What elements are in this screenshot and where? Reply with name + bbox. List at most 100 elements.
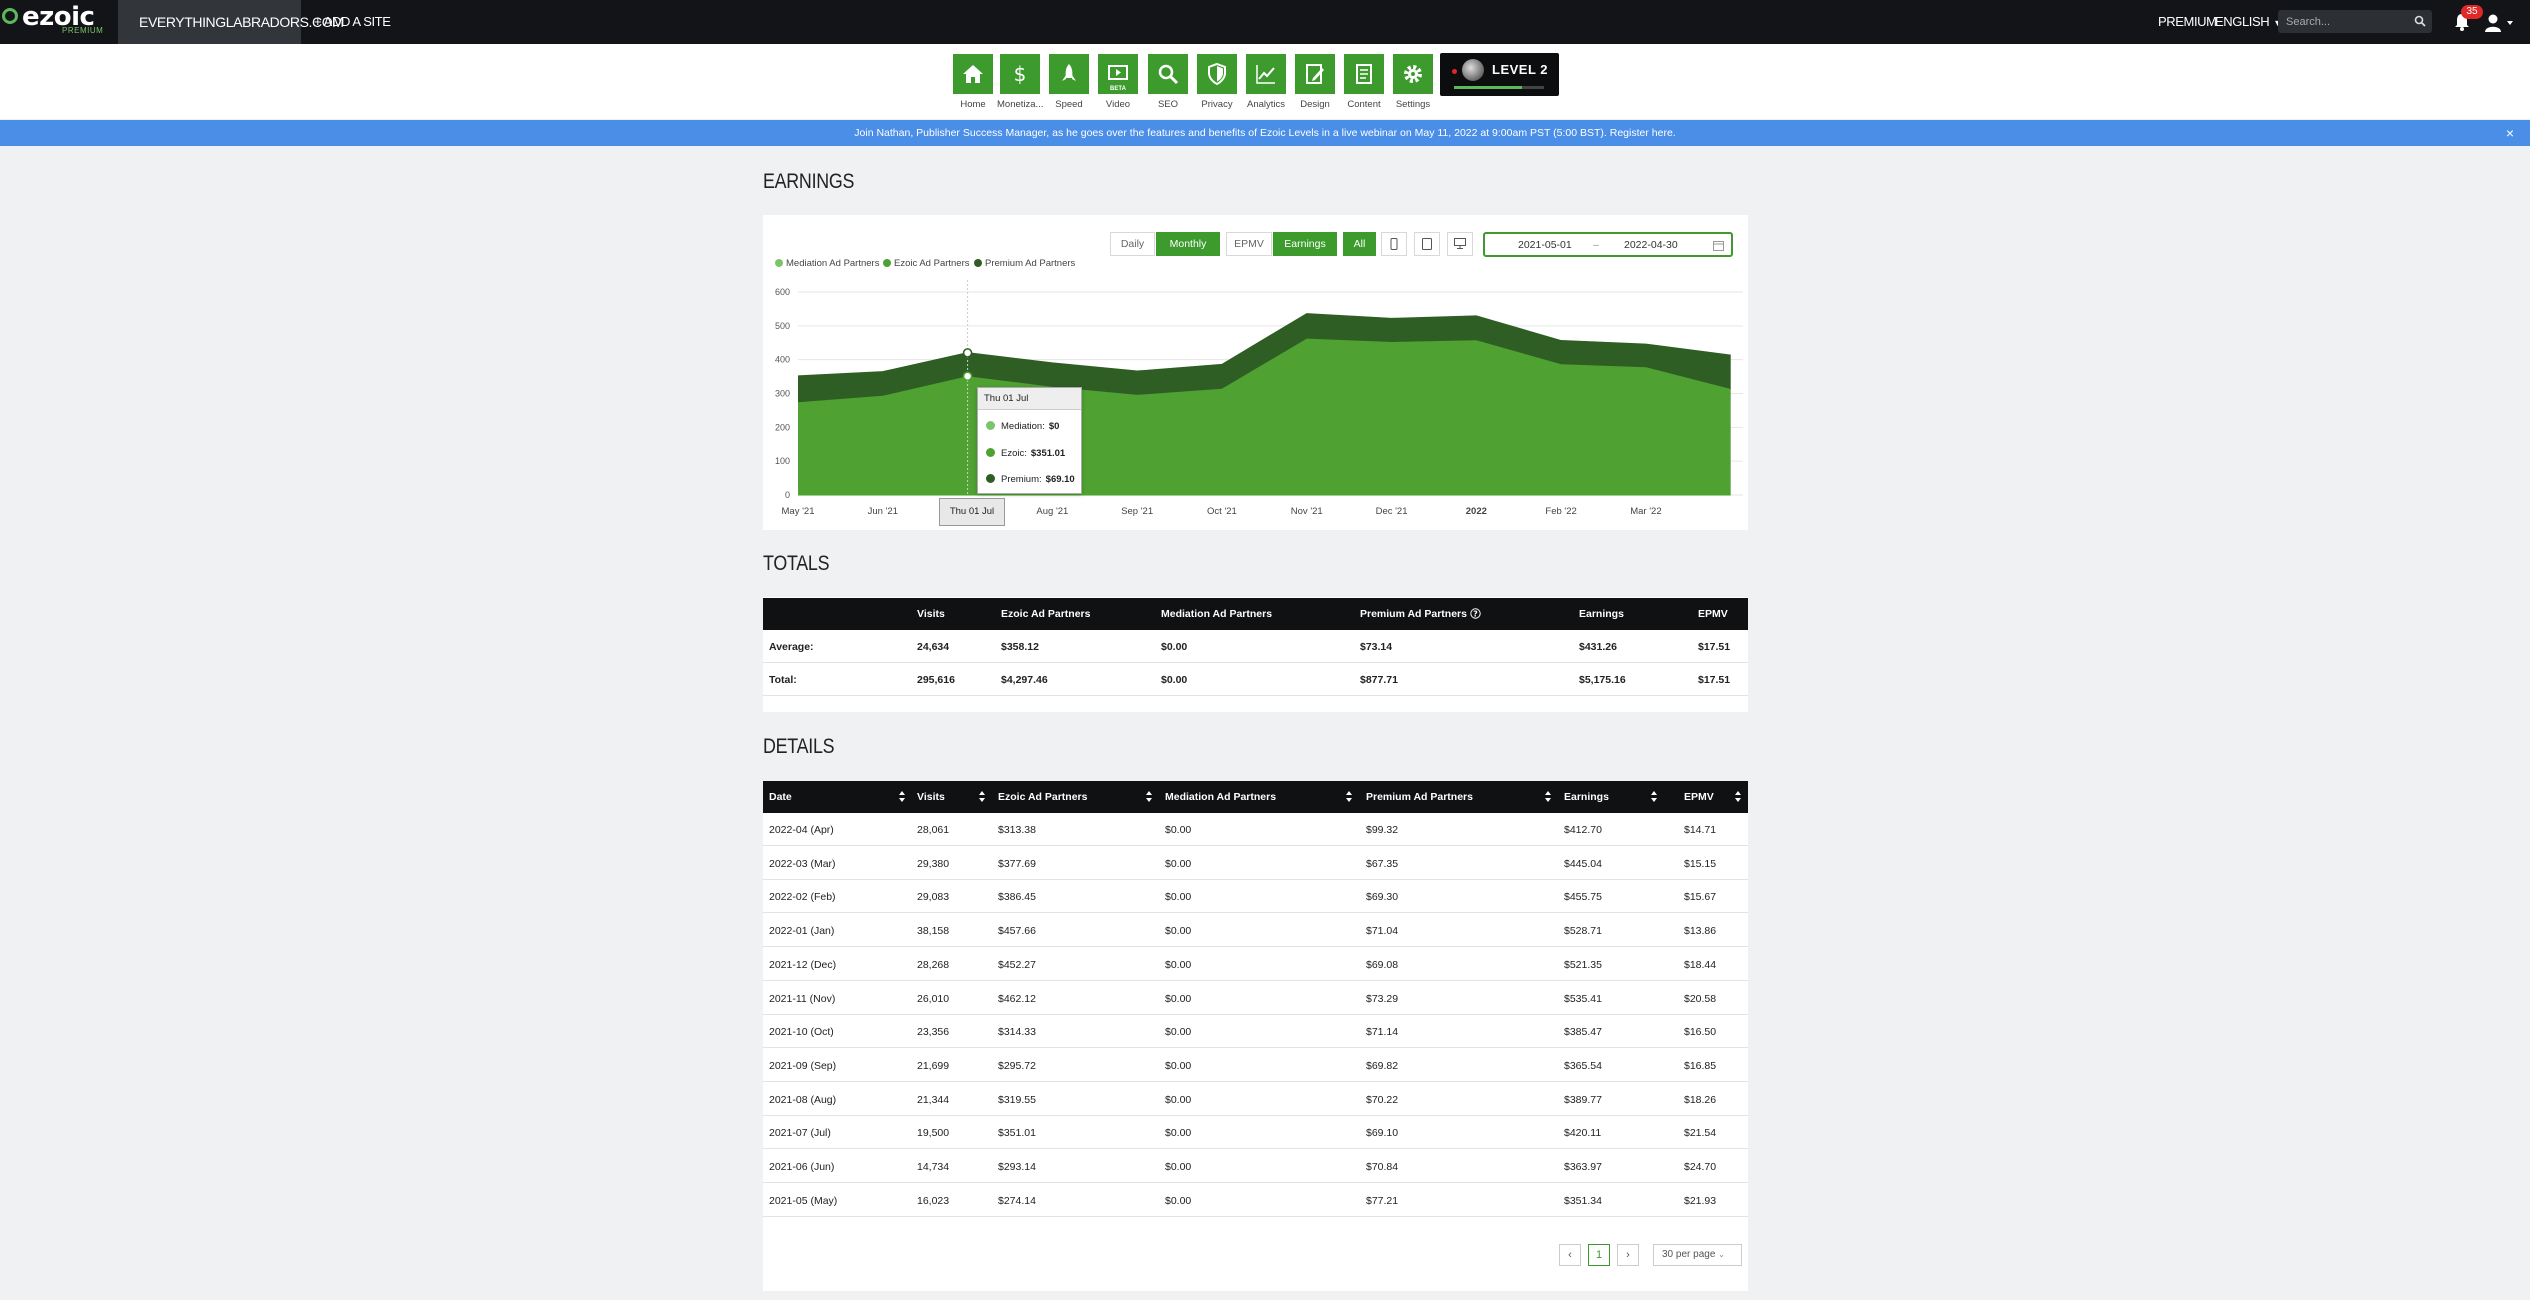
- site-selector[interactable]: EVERYTHINGLABRADORS.COM: [118, 0, 344, 44]
- calendar-icon: [1713, 241, 1724, 251]
- col-ezoic[interactable]: Ezoic Ad Partners: [998, 791, 1087, 803]
- tooltip-swatch: [986, 448, 995, 457]
- device-tablet-button[interactable]: [1414, 232, 1440, 256]
- toggle-epmv[interactable]: EPMV: [1226, 232, 1272, 256]
- app-settings[interactable]: Settings: [1390, 54, 1436, 110]
- x-tick-label: Jun '21: [868, 506, 898, 517]
- cell: 19,500: [917, 1127, 950, 1140]
- cell: $0.00: [1165, 958, 1192, 971]
- earnings-title: EARNINGS: [763, 170, 855, 193]
- app-privacy[interactable]: Privacy: [1194, 54, 1240, 110]
- toggle-earnings[interactable]: Earnings: [1273, 232, 1337, 256]
- search-input[interactable]: [2278, 10, 2406, 33]
- app-label: Home: [960, 99, 986, 110]
- y-tick-label: 500: [775, 321, 790, 331]
- level-badge[interactable]: LEVEL 2: [1440, 53, 1559, 96]
- language-label: ENGLISH: [2215, 14, 2270, 29]
- app-content[interactable]: Content: [1341, 54, 1387, 110]
- banner-register-link[interactable]: Register here.: [1610, 127, 1676, 139]
- user-icon[interactable]: [2484, 13, 2514, 33]
- legend-mediation[interactable]: Mediation Ad Partners: [775, 258, 879, 269]
- col-epmv: EPMV: [1698, 608, 1728, 620]
- totals-row: Total: 295,616 $4,297.46 $0.00 $877.71 $5,175…: [763, 663, 1748, 696]
- y-tick-label: 0: [785, 490, 790, 500]
- app-video[interactable]: BETA Video: [1095, 54, 1141, 110]
- device-all-button[interactable]: All: [1343, 232, 1376, 256]
- cell: $0.00: [1161, 641, 1188, 653]
- document-icon: [1356, 64, 1372, 84]
- search-icon[interactable]: [2414, 15, 2426, 27]
- col-epmv[interactable]: EPMV: [1684, 791, 1714, 803]
- premium-link[interactable]: PREMIUM: [2158, 0, 2217, 44]
- cell: $377.69: [998, 857, 1036, 870]
- col-premium-label: Premium Ad Partners: [1360, 608, 1467, 620]
- cell: $314.33: [998, 1026, 1036, 1039]
- cell: $295.72: [998, 1059, 1036, 1072]
- app-tile: BETA: [1098, 54, 1138, 94]
- app-speed[interactable]: Speed: [1046, 54, 1092, 110]
- date-range-picker[interactable]: 2021-05-01 – 2022-04-30: [1483, 232, 1733, 257]
- app-tile: [953, 54, 993, 94]
- search-box: [2278, 10, 2432, 33]
- cell: $71.04: [1366, 925, 1399, 938]
- toggle-daily[interactable]: Daily: [1110, 232, 1155, 256]
- x-tick-label: Aug '21: [1036, 506, 1068, 517]
- app-tile: [1393, 54, 1433, 94]
- add-site-link[interactable]: + ADD A SITE: [314, 0, 391, 44]
- app-design[interactable]: Design: [1292, 54, 1338, 110]
- legend-ezoic[interactable]: Ezoic Ad Partners: [883, 258, 970, 269]
- level-progress-fill: [1454, 86, 1522, 89]
- chart-tooltip: Thu 01 Jul Mediation: $0 Ezoic: $351.01 Pr…: [977, 387, 1082, 494]
- app-label: Design: [1300, 99, 1330, 110]
- x-axis-hover-label: Thu 01 Jul: [939, 498, 1005, 526]
- tooltip-row-mediation: Mediation: $0: [986, 421, 1059, 432]
- ezoic-logo[interactable]: ezoic PREMIUM: [0, 0, 118, 44]
- table-row: 2021-05 (May) 16,023 $274.14 $0.00 $77.21 $35…: [763, 1184, 1748, 1217]
- cell: $0.00: [1165, 925, 1192, 938]
- col-premium[interactable]: Premium Ad Partners: [1366, 791, 1473, 803]
- col-visits[interactable]: Visits: [917, 791, 945, 803]
- video-icon: [1108, 65, 1128, 80]
- cell: $77.21: [1366, 1194, 1399, 1207]
- app-analytics[interactable]: Analytics: [1243, 54, 1289, 110]
- totals-title: TOTALS: [763, 552, 830, 575]
- per-page-select[interactable]: 30 per page ⌄: [1653, 1244, 1742, 1266]
- cell: $15.15: [1684, 857, 1717, 870]
- tooltip-swatch: [986, 474, 995, 483]
- date-start: 2021-05-01: [1518, 239, 1572, 251]
- cell: $21.93: [1684, 1194, 1717, 1207]
- pager-page-button[interactable]: 1: [1588, 1244, 1610, 1266]
- app-home[interactable]: Home: [950, 54, 996, 110]
- toggle-monthly[interactable]: Monthly: [1156, 232, 1220, 256]
- col-earnings[interactable]: Earnings: [1564, 791, 1609, 803]
- app-monetization[interactable]: $ Monetiza...: [997, 54, 1043, 110]
- language-dropdown[interactable]: ENGLISH▼: [2215, 0, 2282, 44]
- desktop-icon: [1454, 238, 1466, 249]
- sort-icon[interactable]: [1651, 791, 1657, 803]
- col-mediation[interactable]: Mediation Ad Partners: [1165, 791, 1276, 803]
- cell: 2021-07 (Jul): [769, 1127, 831, 1140]
- legend-premium[interactable]: Premium Ad Partners: [974, 258, 1075, 269]
- cell: $363.97: [1564, 1161, 1602, 1173]
- app-seo[interactable]: SEO: [1145, 54, 1191, 110]
- sort-icon[interactable]: [1146, 791, 1152, 803]
- totals-header: Visits Ezoic Ad Partners Mediation Ad Pa…: [763, 598, 1748, 630]
- sort-icon[interactable]: [979, 791, 985, 803]
- col-date[interactable]: Date: [769, 791, 792, 803]
- cell: $389.77: [1564, 1093, 1602, 1106]
- cell: $274.14: [998, 1194, 1036, 1207]
- sort-icon[interactable]: [1735, 791, 1741, 803]
- sort-icon[interactable]: [1346, 791, 1352, 803]
- cell: 24,634: [917, 641, 950, 653]
- sort-icon[interactable]: [1545, 791, 1551, 803]
- close-icon[interactable]: ×: [2506, 120, 2514, 146]
- cell: $319.55: [998, 1093, 1036, 1106]
- pager-prev-button[interactable]: ‹: [1559, 1244, 1581, 1266]
- sort-icon[interactable]: [899, 791, 905, 803]
- device-desktop-button[interactable]: [1447, 232, 1473, 256]
- help-icon[interactable]: ?: [1470, 608, 1481, 619]
- pager-next-button[interactable]: ›: [1617, 1244, 1639, 1266]
- cell: 2021-06 (Jun): [769, 1161, 835, 1173]
- legend-swatch: [974, 259, 982, 267]
- device-mobile-button[interactable]: [1381, 232, 1407, 256]
